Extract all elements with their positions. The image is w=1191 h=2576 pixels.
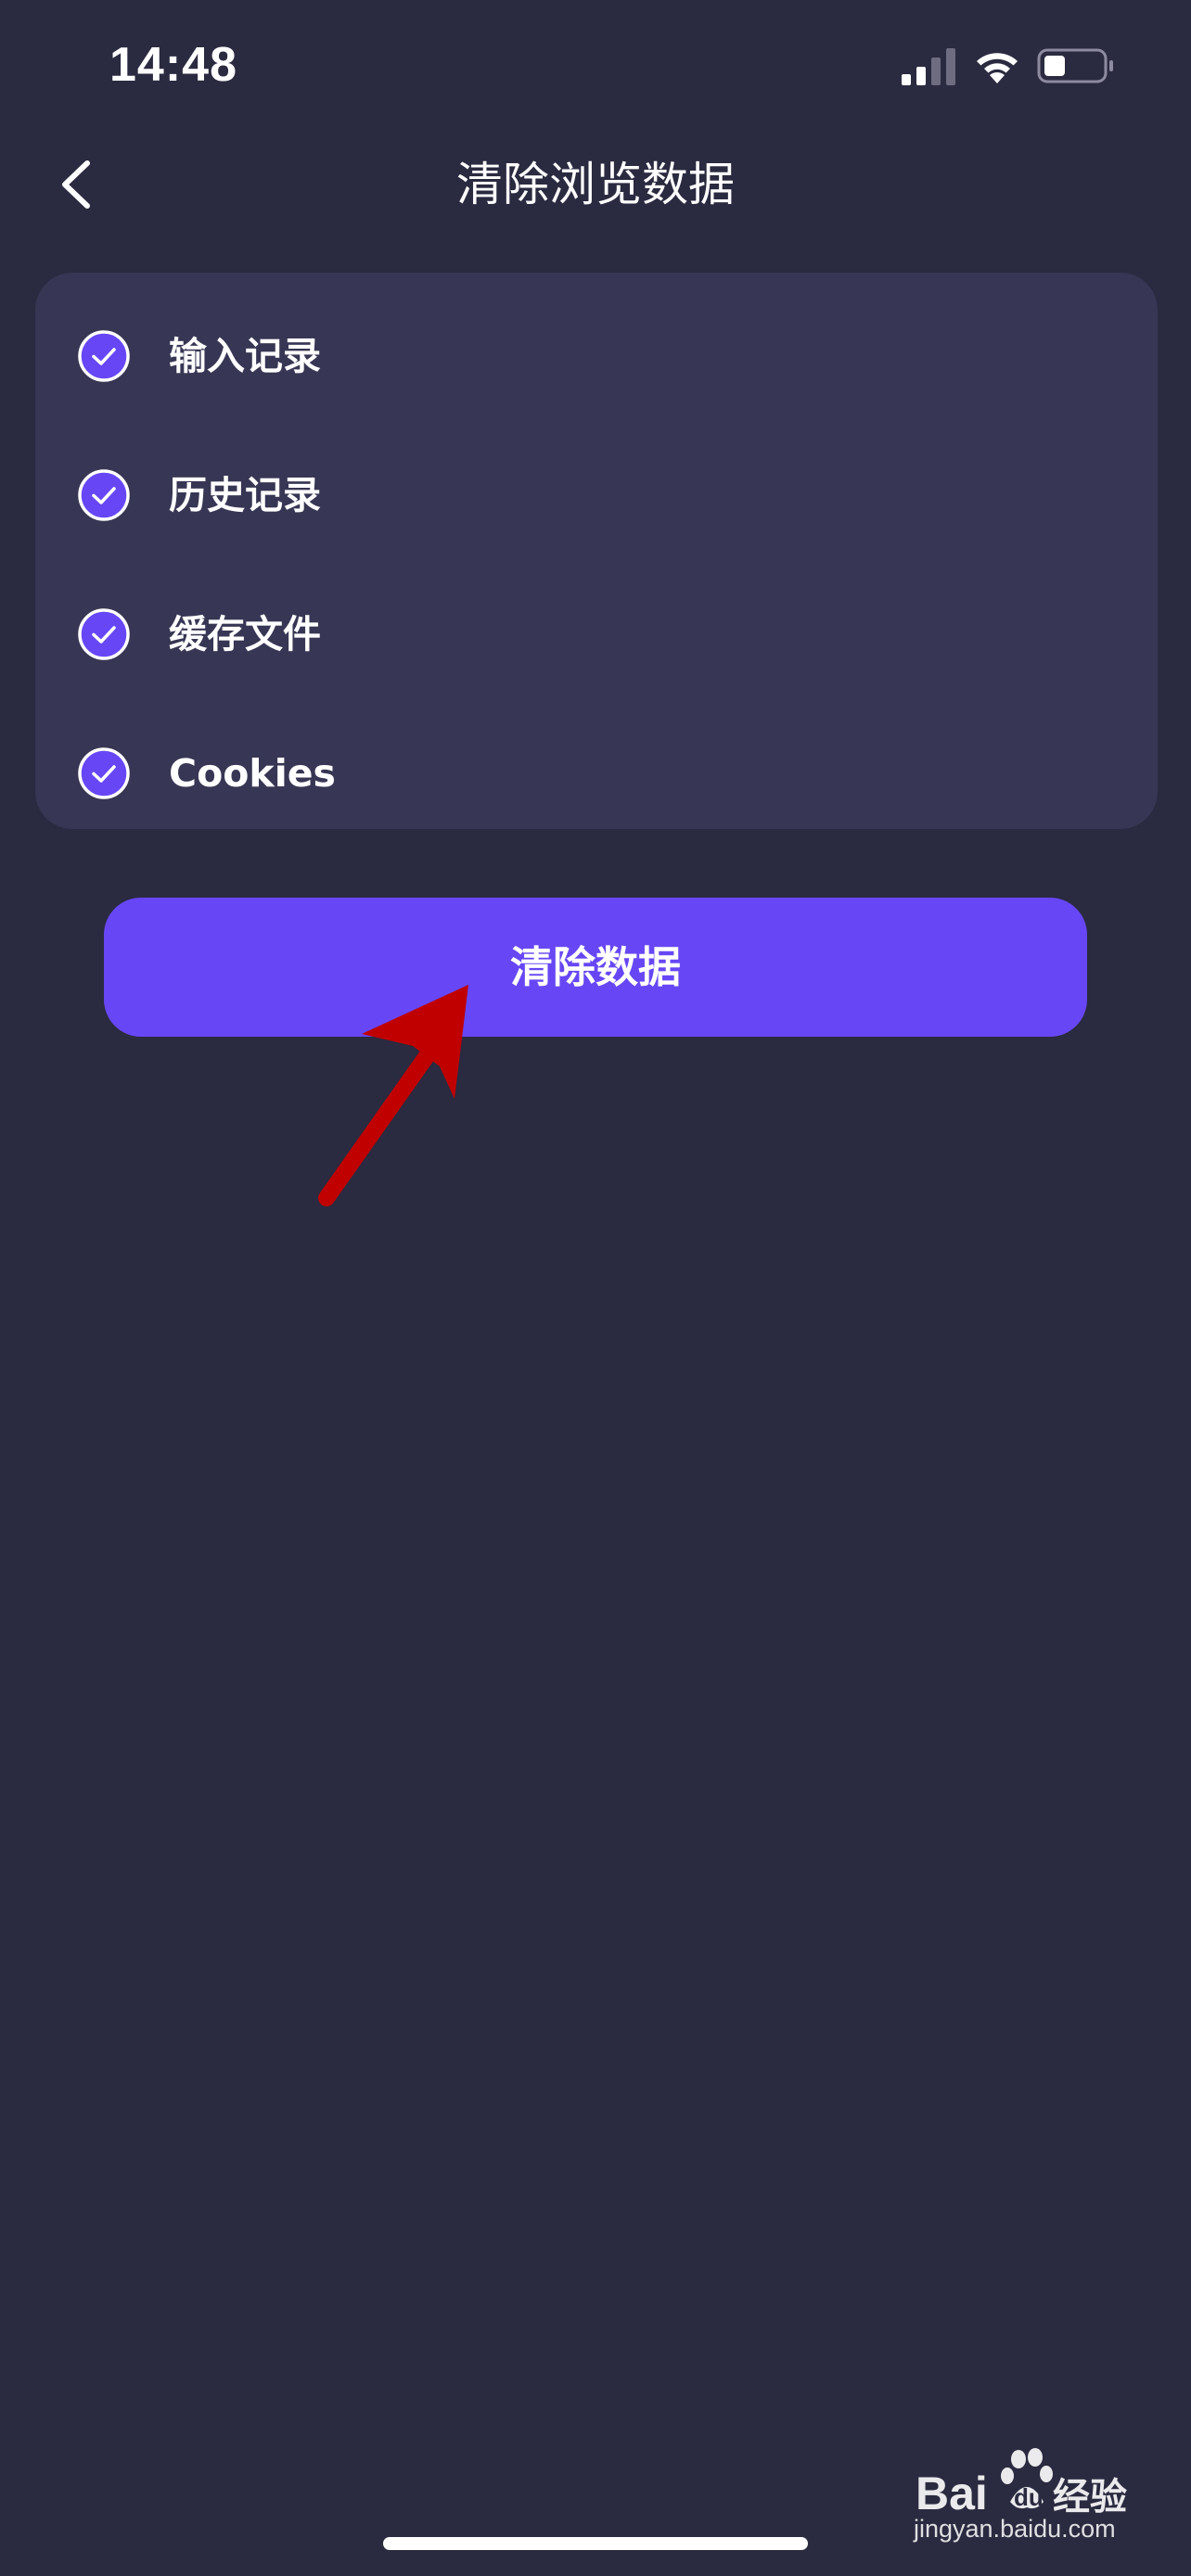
- battery-icon: [1037, 48, 1113, 83]
- navigation-bar: 清除浏览数据: [0, 139, 1191, 232]
- cellular-signal-icon: [902, 48, 955, 85]
- status-time: 14:48: [109, 38, 237, 92]
- checkbox-checked-icon[interactable]: [76, 328, 132, 384]
- option-cache-files[interactable]: 缓存文件: [35, 579, 1158, 690]
- option-input-history[interactable]: 输入记录: [35, 300, 1158, 412]
- option-cookies[interactable]: Cookies: [35, 718, 1158, 829]
- option-browsing-history[interactable]: 历史记录: [35, 440, 1158, 551]
- svg-text:du: du: [1014, 2483, 1044, 2511]
- svg-text:经验: 经验: [1053, 2476, 1127, 2519]
- watermark-caption: jingyan.baidu.com: [914, 2515, 1116, 2543]
- option-label: 输入记录: [169, 334, 321, 378]
- wifi-icon: [977, 53, 1018, 83]
- option-label: 缓存文件: [169, 612, 321, 657]
- checkbox-checked-icon[interactable]: [76, 606, 132, 662]
- home-indicator[interactable]: [383, 2537, 808, 2550]
- page-title: 清除浏览数据: [456, 158, 735, 211]
- annotation-arrow-icon: [318, 985, 468, 1206]
- clear-options-card: 输入记录 历史记录 缓存文件 Cookies: [35, 273, 1158, 829]
- svg-text:Bai: Bai: [916, 2468, 988, 2519]
- status-bar: 14:48: [0, 0, 1191, 139]
- clear-data-button[interactable]: 清除数据: [104, 898, 1087, 1037]
- checkbox-checked-icon[interactable]: [76, 746, 132, 801]
- option-label: 历史记录: [169, 473, 321, 517]
- checkbox-checked-icon[interactable]: [76, 467, 132, 523]
- option-label: Cookies: [169, 751, 336, 796]
